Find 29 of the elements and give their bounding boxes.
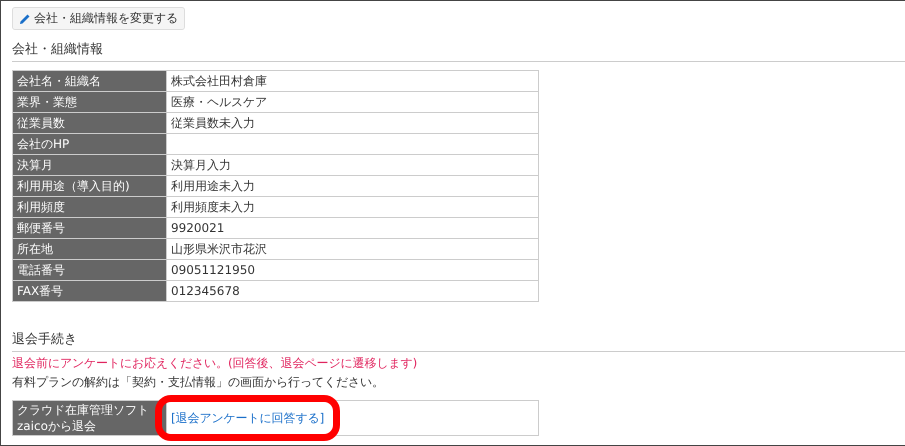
pencil-icon: [19, 12, 31, 24]
field-label: 郵便番号: [12, 218, 166, 238]
field-label: 利用用途（導入目的): [12, 176, 166, 196]
field-label: 電話番号: [12, 260, 166, 280]
edit-button[interactable]: 会社・組織情報を変更する: [12, 7, 185, 30]
field-label: 会社名・組織名: [12, 70, 166, 92]
note-text: 有料プランの解約は「契約・支払情報」の画面から行ってください。: [12, 374, 385, 391]
field-value: 山形県米沢市花沢: [166, 238, 538, 260]
field-label: FAX番号: [12, 280, 166, 302]
section-heading: 退会手続き: [12, 330, 905, 352]
field-value: 09051121950: [166, 260, 538, 280]
survey-link[interactable]: [退会アンケートに回答する]: [171, 410, 324, 424]
field-label: 従業員数: [12, 112, 166, 134]
field-label: 所在地: [12, 238, 166, 260]
field-label: クラウド在庫管理ソフトzaicoから退会: [12, 400, 166, 436]
field-value: 012345678: [166, 280, 538, 302]
field-label: 会社のHP: [12, 134, 166, 154]
section-heading: 会社・組織情報: [12, 40, 905, 62]
field-label: 決算月: [12, 154, 166, 176]
field-value: 株式会社田村倉庫: [166, 70, 538, 92]
field-value: 利用頻度未入力: [166, 196, 538, 218]
field-value: 医療・ヘルスケア: [166, 92, 538, 112]
field-label: 利用頻度: [12, 196, 166, 218]
field-value: 決算月入力: [166, 154, 538, 176]
field-value: 従業員数未入力: [166, 112, 538, 134]
field-value: 利用用途未入力: [166, 176, 538, 196]
field-value: 9920021: [166, 218, 538, 238]
field-label: 業界・業態: [12, 92, 166, 112]
notice-text: 退会前にアンケートにお応えください。(回答後、退会ページに遷移します): [12, 355, 418, 372]
